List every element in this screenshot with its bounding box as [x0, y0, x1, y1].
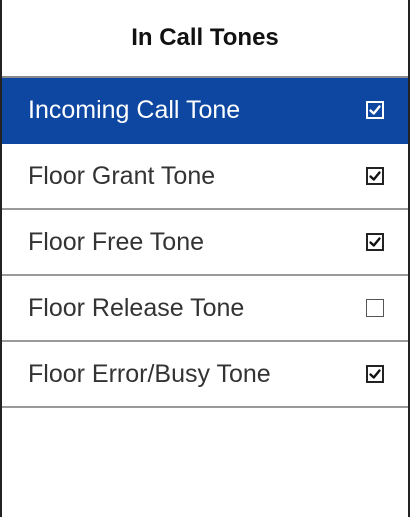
- checkbox[interactable]: [366, 365, 384, 383]
- check-icon: [369, 171, 381, 181]
- list-item-floor-free-tone[interactable]: Floor Free Tone: [2, 210, 408, 276]
- list-item-incoming-call-tone[interactable]: Incoming Call Tone: [2, 78, 408, 144]
- list-item-floor-release-tone[interactable]: Floor Release Tone: [2, 276, 408, 342]
- list-item-floor-grant-tone[interactable]: Floor Grant Tone: [2, 144, 408, 210]
- checkbox[interactable]: [366, 299, 384, 317]
- check-icon: [369, 105, 381, 115]
- list-item-label: Incoming Call Tone: [28, 95, 241, 124]
- checkbox[interactable]: [366, 167, 384, 185]
- checkbox[interactable]: [366, 233, 384, 251]
- list-item-label: Floor Free Tone: [28, 227, 205, 256]
- header: In Call Tones: [2, 0, 408, 78]
- list-item-floor-error-busy-tone[interactable]: Floor Error/Busy Tone: [2, 342, 408, 408]
- list-item-label: Floor Grant Tone: [28, 161, 216, 190]
- list-item-label: Floor Error/Busy Tone: [28, 359, 271, 388]
- page-title: In Call Tones: [131, 24, 279, 51]
- list-item-label: Floor Release Tone: [28, 293, 245, 322]
- tone-list: Incoming Call Tone Floor Grant Tone Floo…: [2, 78, 408, 408]
- check-icon: [369, 237, 381, 247]
- screen: In Call Tones Incoming Call Tone Floor G…: [0, 0, 410, 517]
- checkbox[interactable]: [366, 101, 384, 119]
- check-icon: [369, 369, 381, 379]
